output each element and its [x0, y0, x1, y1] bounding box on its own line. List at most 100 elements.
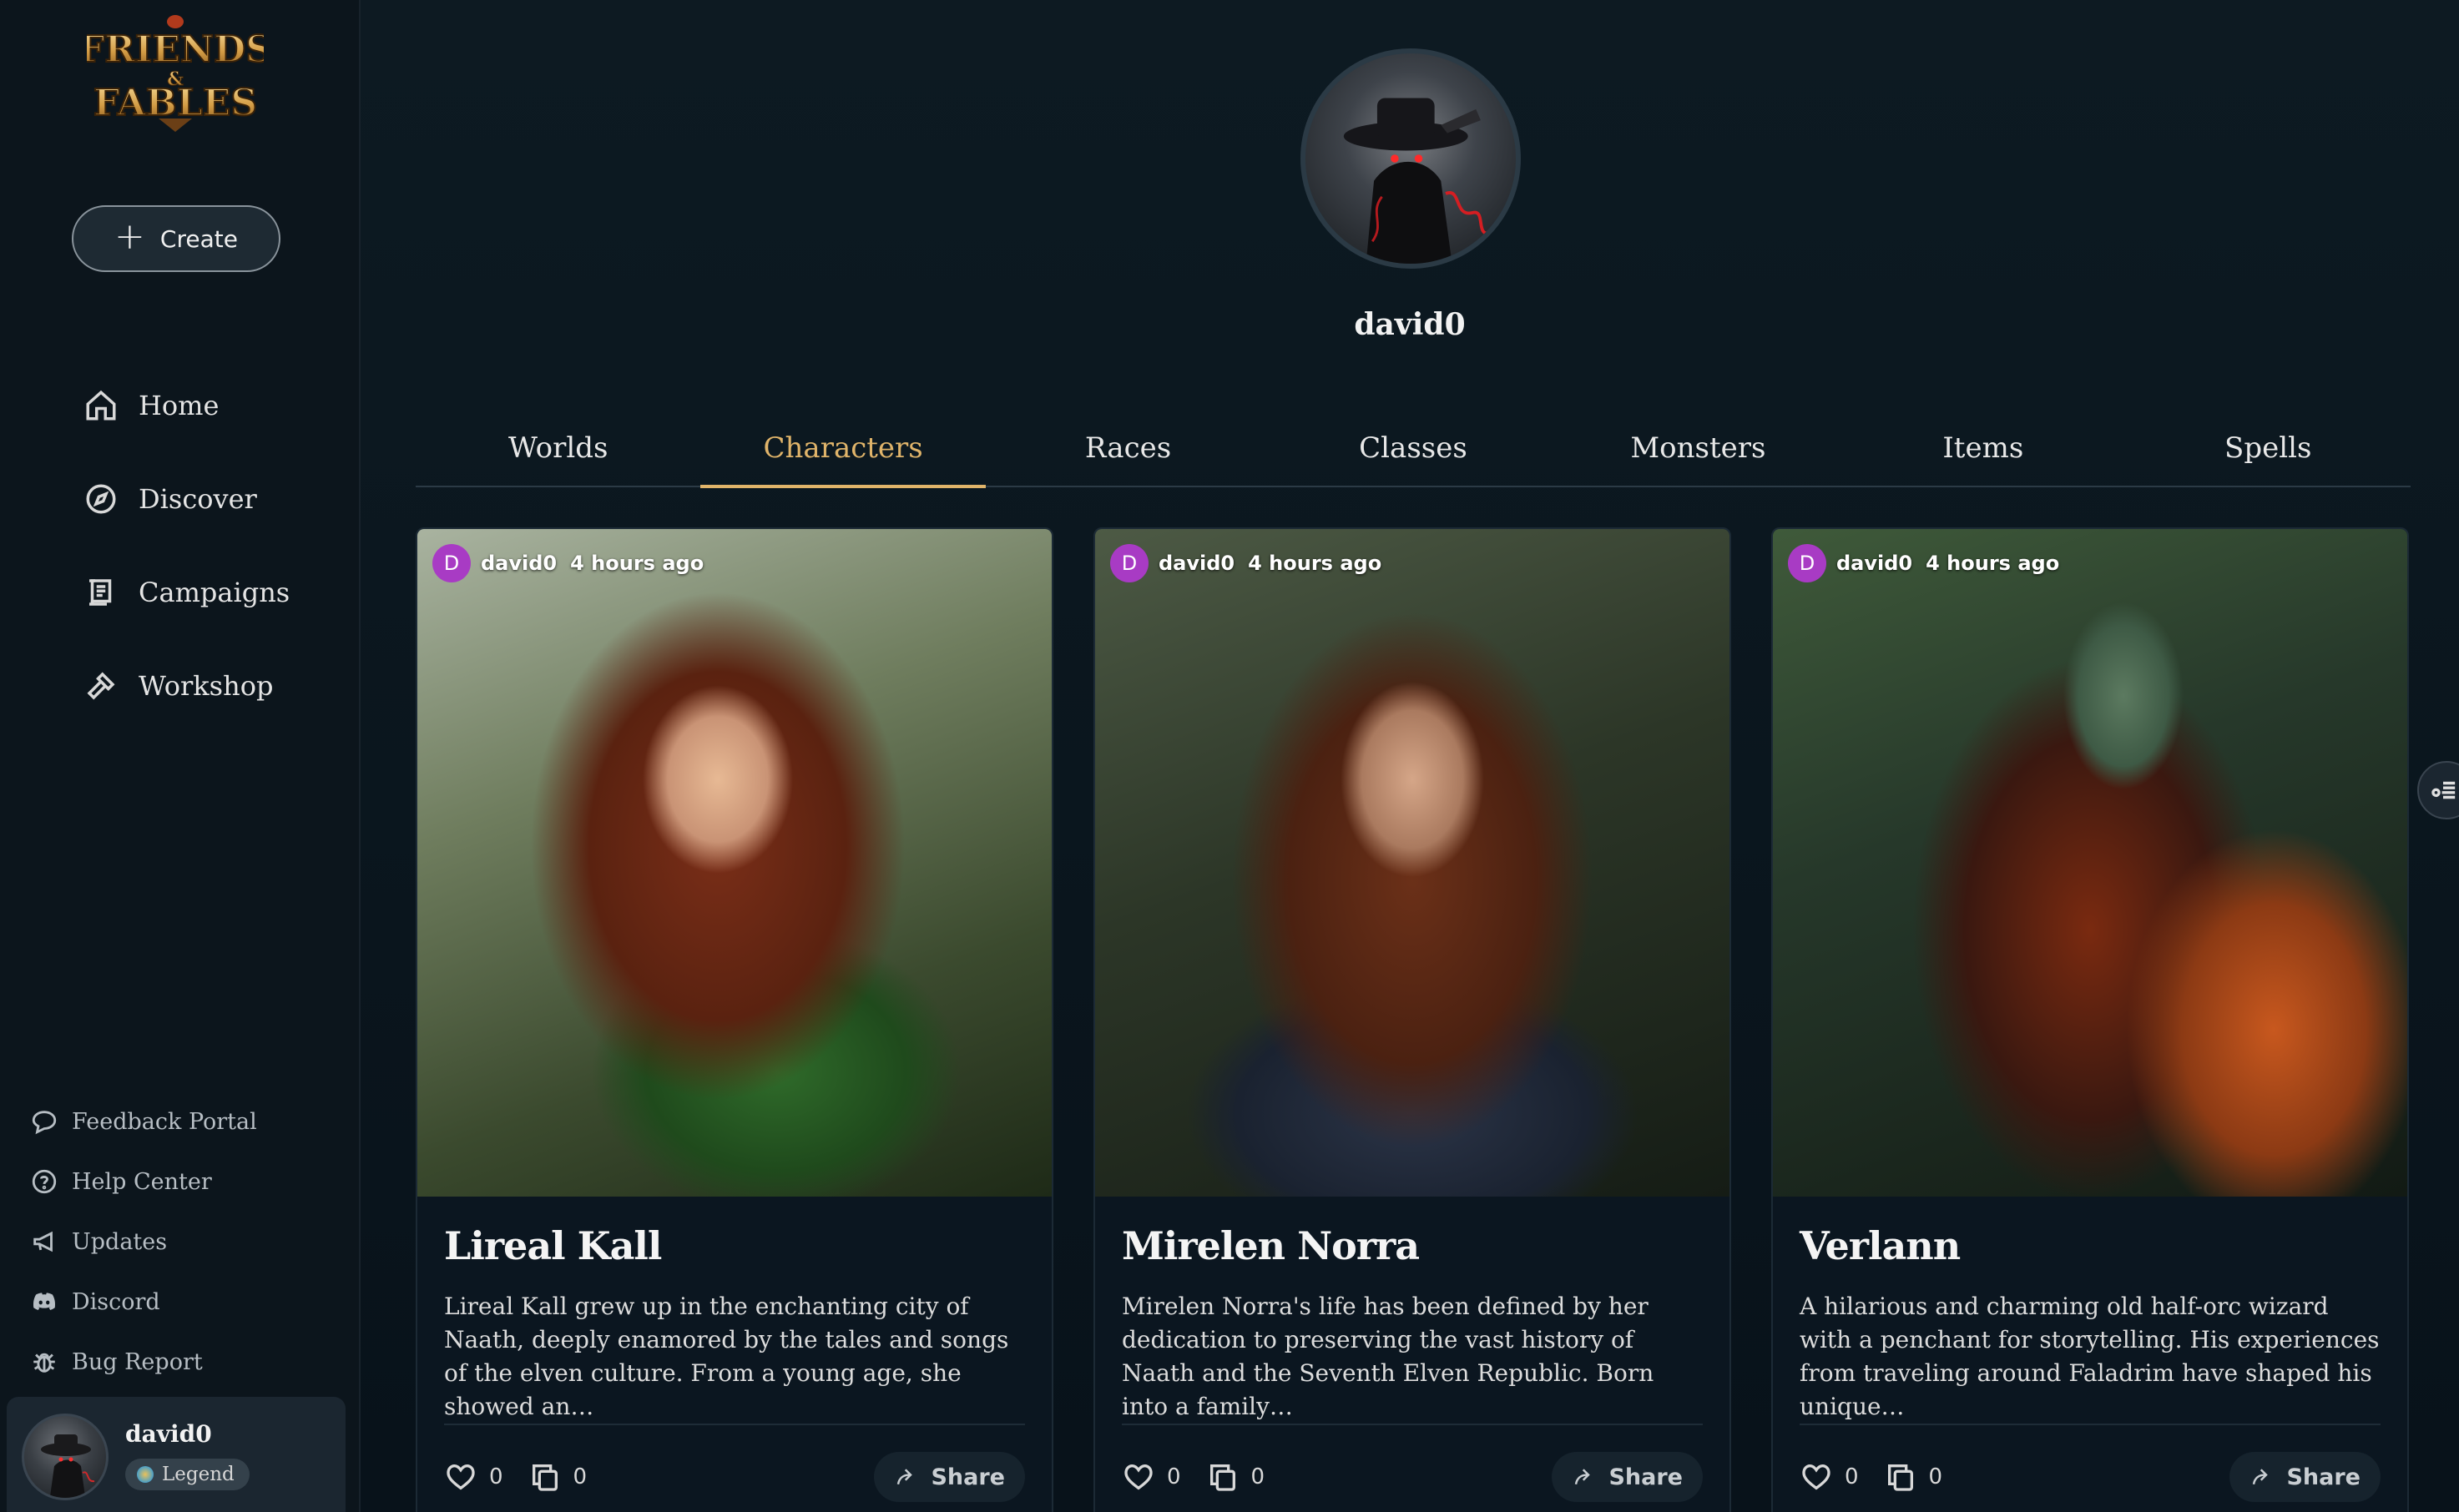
like-count: 0: [1167, 1464, 1181, 1489]
character-portrait[interactable]: [417, 529, 1052, 1197]
footer-link-updates[interactable]: Updates: [30, 1212, 257, 1272]
heart-icon: [1124, 1464, 1153, 1490]
copy-button[interactable]: 0: [528, 1460, 588, 1494]
footer-link-label: Bug Report: [72, 1348, 203, 1375]
character-card[interactable]: D david0 4 hours ago Lireal Kall Lireal …: [416, 527, 1053, 1512]
card-title[interactable]: Lireal Kall: [444, 1223, 662, 1268]
heart-icon: [447, 1464, 475, 1490]
author-name[interactable]: david0: [1836, 552, 1912, 575]
copy-count: 0: [1928, 1464, 1943, 1489]
legend-badge: Legend: [125, 1459, 250, 1490]
copy-count: 0: [1250, 1464, 1265, 1489]
copy-button[interactable]: 0: [1206, 1460, 1265, 1494]
footer-link-label: Feedback Portal: [72, 1108, 257, 1135]
compass-icon: [86, 484, 116, 514]
create-button[interactable]: + Create: [72, 205, 280, 272]
tab-worlds[interactable]: Worlds: [416, 411, 700, 486]
character-card-grid: D david0 4 hours ago Lireal Kall Lireal …: [416, 527, 2411, 1512]
megaphone-icon: [33, 1231, 53, 1252]
share-label: Share: [2286, 1464, 2361, 1490]
main-content: david0 Worlds Characters Races Classes M…: [361, 0, 2459, 1512]
tab-items[interactable]: Items: [1840, 411, 2125, 486]
scroll-icon: [89, 579, 112, 606]
user-name: david0: [125, 1420, 212, 1448]
tab-characters[interactable]: Characters: [700, 411, 987, 488]
heart-icon: [1802, 1464, 1830, 1490]
tab-classes[interactable]: Classes: [1270, 411, 1555, 486]
legend-gem-icon: [137, 1466, 154, 1483]
sidebar: FRIENDS & FABLES + Create Home Discover …: [0, 0, 361, 1512]
footer-link-bug-report[interactable]: Bug Report: [30, 1332, 257, 1392]
copy-button[interactable]: 0: [1884, 1460, 1943, 1494]
plus-icon: +: [114, 215, 145, 258]
footer-link-label: Discord: [72, 1288, 160, 1315]
nav-item-home[interactable]: Home: [83, 359, 290, 452]
share-label: Share: [931, 1464, 1005, 1490]
tab-monsters[interactable]: Monsters: [1556, 411, 1840, 486]
create-label: Create: [159, 224, 238, 253]
author-avatar[interactable]: D: [1788, 544, 1826, 582]
author-name[interactable]: david0: [481, 552, 557, 575]
card-description: Mirelen Norra's life has been defined by…: [1122, 1293, 1654, 1420]
character-portrait[interactable]: [1095, 529, 1729, 1197]
svg-text:FABLES: FABLES: [93, 82, 257, 124]
nav-label: Home: [139, 390, 220, 421]
card-divider: [444, 1424, 1025, 1425]
author-avatar[interactable]: D: [432, 544, 471, 582]
footer-link-label: Help Center: [72, 1168, 212, 1195]
nav-label: Campaigns: [139, 577, 290, 608]
character-card[interactable]: D david0 4 hours ago Mirelen Norra Mirel…: [1093, 527, 1731, 1512]
card-meta: D david0 4 hours ago: [432, 544, 704, 582]
nav-label: Workshop: [139, 670, 274, 702]
share-button[interactable]: Share: [1552, 1452, 1703, 1502]
card-actions: 0 0 Share: [444, 1452, 1025, 1502]
home-icon: [86, 390, 116, 421]
main-nav: Home Discover Campaigns Workshop: [83, 359, 290, 733]
profile-username: david0: [1354, 307, 1466, 342]
post-time: 4 hours ago: [1926, 552, 2060, 575]
author-name[interactable]: david0: [1159, 552, 1235, 575]
footer-links: Feedback Portal Help Center Updates Disc…: [30, 1091, 257, 1392]
help-circle-icon: [32, 1169, 57, 1194]
card-actions: 0 0 Share: [1800, 1452, 2381, 1502]
share-button[interactable]: Share: [874, 1452, 1025, 1502]
footer-link-discord[interactable]: Discord: [30, 1272, 257, 1332]
discord-icon: [33, 1293, 56, 1310]
like-button[interactable]: 0: [1122, 1460, 1181, 1494]
card-meta: D david0 4 hours ago: [1788, 544, 2059, 582]
nav-label: Discover: [139, 483, 257, 515]
card-title[interactable]: Mirelen Norra: [1122, 1223, 1420, 1268]
friends-and-fables-logo[interactable]: FRIENDS & FABLES: [87, 8, 264, 144]
author-avatar[interactable]: D: [1110, 544, 1149, 582]
card-title[interactable]: Verlann: [1800, 1223, 1961, 1268]
card-description: A hilarious and charming old half-orc wi…: [1800, 1293, 2380, 1420]
like-button[interactable]: 0: [444, 1460, 503, 1494]
user-avatar: [22, 1414, 109, 1500]
character-card[interactable]: D david0 4 hours ago Verlann A hilarious…: [1771, 527, 2409, 1512]
footer-link-help[interactable]: Help Center: [30, 1152, 257, 1212]
chat-bubble-icon: [32, 1111, 57, 1135]
nav-item-campaigns[interactable]: Campaigns: [83, 546, 290, 639]
footer-link-feedback[interactable]: Feedback Portal: [30, 1091, 257, 1152]
svg-text:FRIENDS: FRIENDS: [87, 28, 264, 71]
tab-spells[interactable]: Spells: [2126, 411, 2411, 486]
nav-item-discover[interactable]: Discover: [83, 452, 290, 546]
like-count: 0: [1845, 1464, 1859, 1489]
card-actions: 0 0 Share: [1122, 1452, 1703, 1502]
tab-races[interactable]: Races: [986, 411, 1270, 486]
hammer-icon: [87, 672, 115, 700]
profile-avatar: [1300, 48, 1521, 269]
nav-item-workshop[interactable]: Workshop: [83, 639, 290, 733]
bug-icon: [33, 1353, 55, 1373]
copy-icon: [1887, 1464, 1913, 1491]
current-user-card[interactable]: david0 Legend: [7, 1397, 346, 1512]
card-meta: D david0 4 hours ago: [1110, 544, 1381, 582]
copy-count: 0: [573, 1464, 588, 1489]
like-button[interactable]: 0: [1800, 1460, 1859, 1494]
character-portrait[interactable]: [1773, 529, 2407, 1197]
copy-icon: [1209, 1464, 1235, 1491]
card-divider: [1122, 1424, 1703, 1425]
share-button[interactable]: Share: [2229, 1452, 2381, 1502]
content-tabs: Worlds Characters Races Classes Monsters…: [416, 411, 2411, 488]
post-time: 4 hours ago: [1248, 552, 1382, 575]
